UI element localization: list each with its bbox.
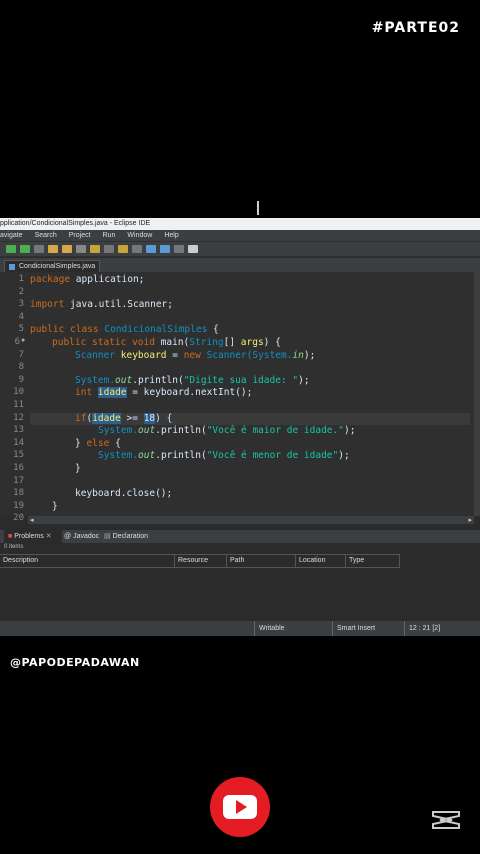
folder-icon[interactable]	[90, 245, 100, 253]
column-resource[interactable]: Resource	[175, 555, 227, 567]
line-number-gutter: 1 2 3 4 5 6 ● 7 8 9 10 11 12 13 14 15 16…	[0, 272, 28, 523]
column-type[interactable]: Type	[346, 555, 400, 567]
text-cursor	[257, 201, 259, 215]
code-line: public class CondicionalSimples {	[30, 324, 219, 336]
debug-icon[interactable]	[20, 245, 30, 253]
declaration-icon: ▤	[104, 533, 111, 540]
pin-icon[interactable]	[174, 245, 184, 253]
window-title: pplication/CondicionalSimples.java - Ecl…	[0, 218, 480, 230]
line-number: 7	[18, 349, 24, 360]
items-count: 0 items	[4, 544, 24, 550]
line-number: 10	[13, 387, 24, 398]
line-number: 12	[13, 412, 24, 423]
line-number: 18	[13, 488, 24, 499]
line-number: 20	[13, 513, 24, 524]
horizontal-scrollbar[interactable]	[28, 516, 474, 524]
scroll-left-icon[interactable]: ◂	[30, 516, 34, 524]
code-line: package application;	[30, 274, 145, 285]
menu-help[interactable]: Help	[164, 230, 178, 241]
capcut-logo-icon	[432, 811, 460, 829]
part-tag: #PARTE02	[371, 20, 460, 36]
code-line: }	[75, 463, 81, 474]
menu-run[interactable]: Run	[103, 230, 116, 241]
current-line: if(idade >= 18) {	[30, 412, 470, 426]
code-line: Scanner keyboard = new Scanner(System.in…	[75, 349, 316, 361]
column-description[interactable]: Description	[0, 555, 175, 567]
code-lines: package application; import java.util.Sc…	[30, 272, 470, 516]
line-number: 13	[13, 425, 24, 436]
tab-javadoc[interactable]: @ Javadoc	[64, 530, 99, 543]
perspective-icon[interactable]	[188, 245, 198, 253]
tab-javadoc-label: Javadoc	[73, 533, 100, 540]
problems-icon: ■	[8, 533, 13, 540]
forward-icon[interactable]	[160, 245, 170, 253]
line-number: 14	[13, 437, 24, 448]
column-path[interactable]: Path	[227, 555, 296, 567]
code-line: }	[52, 500, 58, 512]
line-number: 3	[18, 299, 24, 310]
tab-declaration-label: Declaration	[112, 533, 148, 540]
line-number: 6	[14, 337, 20, 347]
line-number: 5	[18, 324, 24, 335]
line-number: 19	[13, 500, 24, 511]
scroll-right-icon[interactable]: ▸	[468, 516, 472, 524]
tab-declaration[interactable]: ▤ Declaration	[104, 530, 148, 543]
new-package-icon[interactable]	[48, 245, 58, 253]
line-number: 17	[13, 475, 24, 486]
toggle-icon[interactable]	[104, 245, 114, 253]
status-bar: Writable Smart Insert 12 : 21 [2]	[0, 621, 480, 636]
open-type-icon[interactable]	[62, 245, 72, 253]
run-icon[interactable]	[6, 245, 16, 253]
tab-problems[interactable]: ■ Problems ✕	[4, 530, 62, 543]
code-editor[interactable]: 1 2 3 4 5 6 ● 7 8 9 10 11 12 13 14 15 16…	[0, 272, 474, 523]
back-icon[interactable]	[146, 245, 156, 253]
line-number: 4	[18, 311, 24, 322]
line-number: 9	[18, 374, 24, 385]
line-number: 16	[13, 463, 24, 473]
next-annotation-icon[interactable]	[132, 245, 142, 253]
editor-tab-label: CondicionalSimples.java	[19, 263, 96, 270]
line-number: 2	[18, 286, 24, 297]
eclipse-window: pplication/CondicionalSimples.java - Ecl…	[0, 218, 480, 636]
close-icon[interactable]: ✕	[46, 533, 52, 540]
code-line: System.out.println("Você é menor de idad…	[98, 450, 350, 462]
tab-problems-label: Problems	[14, 533, 44, 540]
panel-tabs: ■ Problems ✕ @ Javadoc ▤ Declaration	[0, 530, 480, 543]
javadoc-icon: @	[64, 533, 72, 540]
code-line: int idade = keyboard.nextInt();	[75, 387, 253, 399]
youtube-play-icon	[223, 795, 257, 819]
line-number: 15	[13, 450, 24, 461]
breakpoint-marker-icon[interactable]: ●	[21, 337, 25, 344]
menu-window[interactable]: Window	[127, 230, 152, 241]
editor-tab-bar: CondicionalSimples.java	[0, 258, 480, 273]
annotation-icon[interactable]	[118, 245, 128, 253]
bottom-panel: ■ Problems ✕ @ Javadoc ▤ Declaration 0 i…	[0, 530, 480, 621]
menu-search[interactable]: Search	[35, 230, 57, 241]
line-number: 8	[18, 362, 24, 373]
youtube-logo[interactable]	[210, 777, 270, 837]
menu-navigate[interactable]: avigate	[0, 230, 23, 241]
java-file-icon	[9, 264, 15, 270]
code-line: System.out.println("Você é maior de idad…	[98, 425, 356, 437]
code-line: } else {	[75, 437, 121, 449]
code-line: System.out.println("Digite sua idade: ")…	[75, 374, 310, 386]
status-writable: Writable	[254, 621, 332, 636]
status-cursor-position: 12 : 21 [2]	[404, 621, 454, 636]
save-icon[interactable]	[34, 245, 44, 253]
column-location[interactable]: Location	[296, 555, 346, 567]
line-number: 1	[18, 274, 24, 284]
line-number: 11	[13, 400, 24, 410]
code-line: public static void main(String[] args) {	[52, 337, 281, 348]
menu-bar: avigate Search Project Run Window Help	[0, 230, 480, 241]
channel-handle: @PAPODEPADAWAN	[10, 656, 140, 669]
search-icon[interactable]	[76, 245, 86, 253]
code-line: keyboard.close();	[75, 488, 173, 500]
toolbar	[0, 241, 480, 257]
menu-project[interactable]: Project	[69, 230, 91, 241]
status-insert-mode: Smart Insert	[332, 621, 404, 636]
vertical-scrollbar[interactable]	[474, 272, 480, 516]
code-line: import java.util.Scanner;	[30, 299, 173, 311]
problems-table-header: Description Resource Path Location Type	[0, 554, 400, 568]
